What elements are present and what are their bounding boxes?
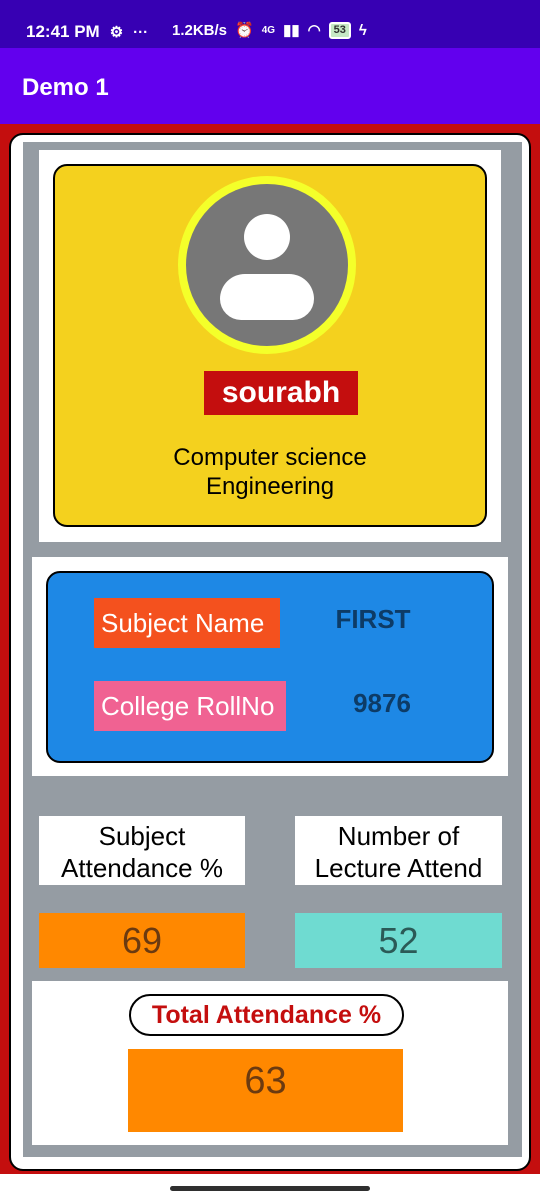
net-speed: 1.2KB/s <box>172 22 228 39</box>
attendance-label-line-2: Attendance % <box>61 853 223 883</box>
wifi-icon: ◠ <box>307 22 321 39</box>
status-time: 12:41 PM <box>26 22 100 41</box>
department-line-1: Computer science <box>173 444 367 471</box>
gear-icon: ⚙ <box>109 23 124 41</box>
status-left: 12:41 PM ⚙ ··· <box>26 22 148 42</box>
status-right: 1.2KB/s ⏰ 4G ▮▮ ◠ 53 ϟ <box>172 22 367 39</box>
lecture-label: Number of Lecture Attend <box>295 816 502 885</box>
lecture-label-line-1: Number of <box>337 821 460 851</box>
total-attendance-value: 63 <box>128 1049 403 1132</box>
alarm-icon: ⏰ <box>235 22 254 39</box>
status-bar: 12:41 PM ⚙ ··· 1.2KB/s ⏰ 4G ▮▮ ◠ 53 ϟ <box>0 0 540 48</box>
subject-name-value: FIRST <box>335 604 411 634</box>
avatar-head <box>244 214 290 260</box>
roll-no-label: College RollNo <box>94 681 286 731</box>
roll-no-value: 9876 <box>353 688 411 718</box>
lecture-label-line-2: Lecture Attend <box>314 853 483 883</box>
attendance-label-line-1: Subject <box>98 821 186 851</box>
gesture-nav-handle[interactable] <box>170 1186 370 1191</box>
department: Computer science Engineering <box>160 443 380 501</box>
more-dots: ··· <box>133 23 149 41</box>
department-line-2: Engineering <box>205 473 335 500</box>
network-type: 4G <box>261 25 276 36</box>
app-bar: Demo 1 <box>0 48 540 124</box>
lecture-value: 52 <box>295 913 502 968</box>
charging-icon: ϟ <box>358 22 367 39</box>
app-title: Demo 1 <box>22 74 109 101</box>
battery-icon: 53 <box>328 22 351 39</box>
person-icon[interactable] <box>186 184 348 346</box>
signal-icon: ▮▮ <box>283 22 300 39</box>
total-attendance-label: Total Attendance % <box>129 994 404 1036</box>
avatar-body <box>220 274 314 320</box>
attendance-value: 69 <box>39 913 245 968</box>
student-name: sourabh <box>204 371 358 415</box>
attendance-label: Subject Attendance % <box>39 816 245 885</box>
subject-name-label: Subject Name <box>94 598 280 648</box>
